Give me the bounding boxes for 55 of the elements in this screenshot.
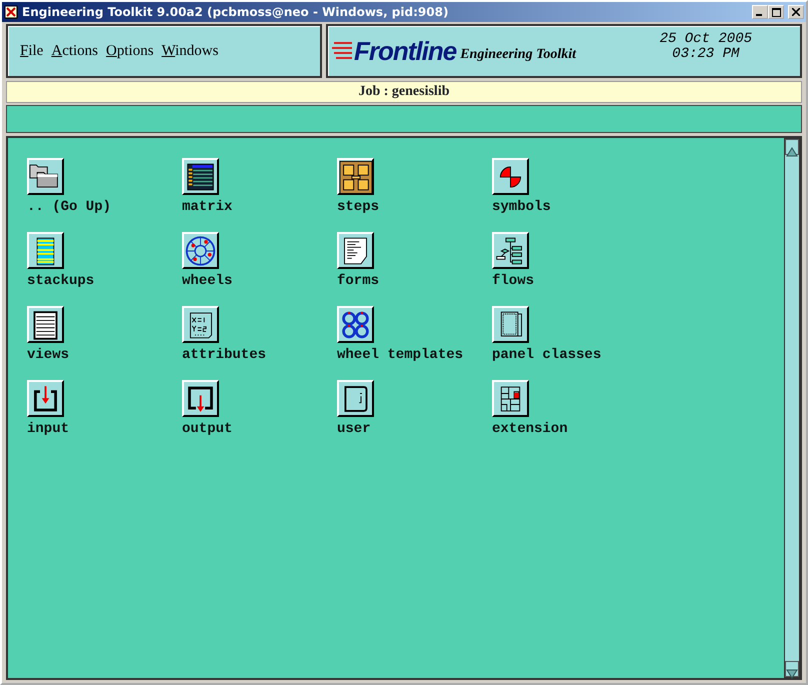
item-button[interactable] bbox=[337, 380, 374, 417]
steps-icon bbox=[339, 158, 372, 194]
item-label[interactable]: wheel templates bbox=[337, 347, 464, 363]
item-label[interactable]: attributes bbox=[182, 347, 266, 363]
item-button[interactable] bbox=[27, 232, 64, 269]
item-label[interactable]: panel classes bbox=[492, 347, 602, 363]
menu-item[interactable]: Options bbox=[102, 42, 158, 60]
menu-item[interactable]: Windows bbox=[158, 42, 222, 60]
item-button[interactable] bbox=[337, 306, 374, 343]
item-button[interactable] bbox=[337, 158, 374, 195]
item-button[interactable] bbox=[27, 306, 64, 343]
item-label[interactable]: views bbox=[27, 347, 70, 363]
item-label[interactable]: stackups bbox=[27, 273, 94, 289]
scrollbar[interactable] bbox=[784, 138, 800, 678]
item-label[interactable]: forms bbox=[337, 273, 380, 289]
item-button[interactable] bbox=[182, 380, 219, 417]
item-label[interactable]: .. (Go Up) bbox=[27, 199, 112, 215]
job-bar: Job : genesislib bbox=[6, 81, 802, 103]
item-label[interactable]: output bbox=[182, 421, 232, 437]
menu-item[interactable]: File bbox=[16, 42, 48, 60]
item-button[interactable] bbox=[27, 380, 64, 417]
date-text: 25 Oct 2005 bbox=[660, 32, 752, 47]
item-button[interactable] bbox=[182, 232, 219, 269]
app-icon bbox=[4, 5, 18, 19]
item-label[interactable]: steps bbox=[337, 199, 380, 215]
item-label[interactable]: input bbox=[27, 421, 70, 437]
item-button[interactable] bbox=[182, 306, 219, 343]
time-text: 03:23 PM bbox=[671, 47, 740, 62]
item-label[interactable]: flows bbox=[492, 273, 534, 289]
speed-lines-icon bbox=[332, 40, 354, 62]
item-label[interactable]: wheels bbox=[182, 273, 232, 289]
scroll-up-button[interactable] bbox=[785, 139, 799, 155]
item-button[interactable] bbox=[182, 158, 219, 195]
item-label[interactable]: user bbox=[337, 421, 371, 437]
item-button[interactable] bbox=[492, 232, 529, 269]
scroll-down-button[interactable] bbox=[785, 661, 799, 677]
item-button[interactable] bbox=[27, 158, 64, 195]
item-button[interactable] bbox=[337, 232, 374, 269]
up-arrow-icon bbox=[786, 146, 798, 157]
close-button[interactable] bbox=[788, 5, 804, 19]
window-title: Engineering Toolkit 9.00a2 (pcbmoss@neo - Windows, pid:908) bbox=[22, 5, 448, 19]
item-button[interactable] bbox=[492, 306, 529, 343]
down-arrow-icon bbox=[786, 668, 798, 679]
item-label[interactable]: matrix bbox=[182, 199, 232, 215]
item-label[interactable]: symbols bbox=[492, 199, 551, 215]
maximize-button[interactable] bbox=[768, 5, 784, 19]
logo-text: Frontline bbox=[354, 36, 456, 66]
maximize-icon bbox=[772, 8, 780, 16]
item-label[interactable]: extension bbox=[492, 421, 568, 437]
subtitle: Engineering Toolkit bbox=[460, 47, 576, 63]
item-button[interactable] bbox=[492, 158, 529, 195]
minimize-button[interactable] bbox=[752, 5, 768, 19]
close-icon bbox=[792, 8, 800, 16]
item-button[interactable] bbox=[492, 380, 529, 417]
menu-item[interactable]: Actions bbox=[47, 42, 102, 60]
